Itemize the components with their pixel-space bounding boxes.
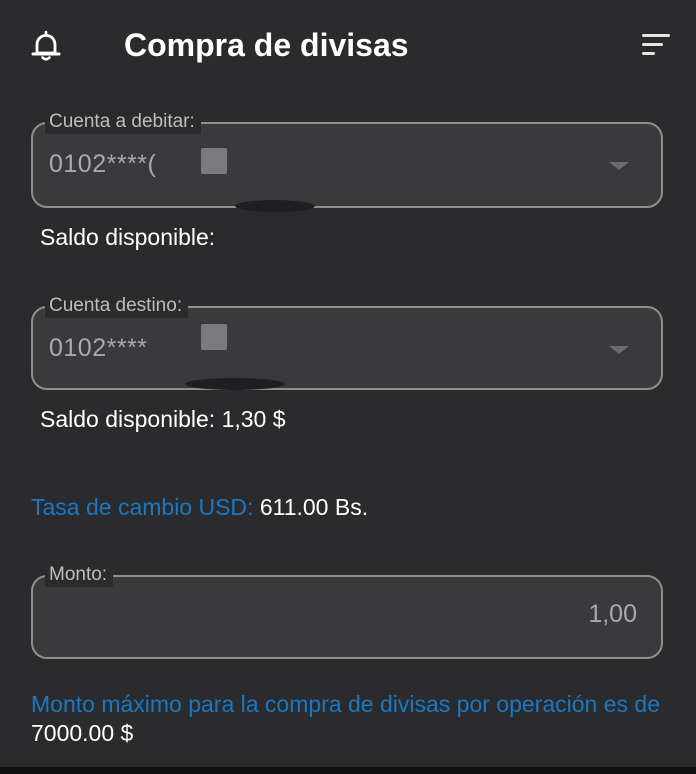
exchange-rate: Tasa de cambio USD: 611.00 Bs. (31, 492, 368, 522)
max-amount-note-text: Monto máximo para la compra de divisas p… (31, 691, 660, 717)
debit-balance-text: Saldo disponible: (40, 224, 216, 250)
destination-account-value: 0102**** (49, 334, 148, 362)
bottom-edge (0, 767, 696, 774)
redaction-mark (201, 324, 227, 350)
exchange-rate-label: Tasa de cambio USD: (31, 494, 254, 520)
chevron-down-icon (609, 162, 629, 170)
redaction-smudge (235, 200, 315, 212)
debit-account-select[interactable]: Cuenta a debitar: 0102****( (31, 110, 663, 208)
amount-input[interactable] (435, 599, 639, 630)
bell-icon[interactable] (28, 28, 64, 64)
destination-account-label: Cuenta destino: (45, 294, 189, 318)
exchange-rate-value: 611.00 Bs. (259, 494, 369, 520)
amount-field[interactable]: Monto: (31, 563, 663, 659)
destination-account-select[interactable]: Cuenta destino: 0102**** (31, 294, 663, 390)
max-amount-note: Monto máximo para la compra de divisas p… (31, 690, 671, 748)
amount-label: Monto: (45, 563, 114, 587)
max-amount-value: 7000.00 $ (31, 720, 134, 746)
redaction-smudge (185, 378, 285, 390)
menu-icon[interactable] (640, 32, 674, 58)
debit-account-label: Cuenta a debitar: (45, 110, 201, 134)
page-title: Compra de divisas (124, 27, 409, 63)
debit-account-value: 0102****( (49, 150, 157, 178)
destination-balance-text: Saldo disponible: 1,30 $ (40, 406, 286, 432)
chevron-down-icon (609, 346, 629, 354)
app-header: Compra de divisas (0, 0, 696, 92)
redaction-mark (201, 148, 227, 174)
